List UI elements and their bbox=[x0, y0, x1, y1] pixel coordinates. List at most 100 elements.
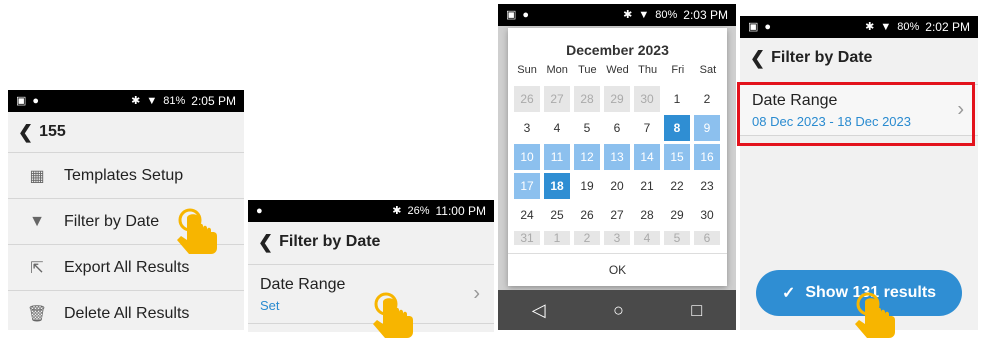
menu-item-label: Export All Results bbox=[64, 258, 190, 276]
calendar-day[interactable]: 30 bbox=[634, 86, 660, 112]
calendar-day[interactable]: 4 bbox=[634, 231, 660, 245]
bluetooth-icon: ✱ bbox=[392, 204, 402, 217]
menu-item-label: Filter by Date bbox=[64, 212, 160, 230]
page-title: 155 bbox=[39, 123, 66, 140]
back-chevron-icon[interactable]: ❮ bbox=[750, 48, 765, 69]
calendar-day[interactable]: 9 bbox=[694, 115, 720, 141]
weekday-label: Mon bbox=[546, 64, 568, 76]
calendar-day[interactable]: 6 bbox=[604, 115, 630, 141]
wifi-icon: ▼ bbox=[638, 8, 650, 21]
nav-back-icon[interactable]: ◁ bbox=[532, 300, 546, 321]
calendar-day[interactable]: 5 bbox=[664, 231, 690, 245]
weekday-header: Sun Mon Tue Wed Thu Fri Sat bbox=[508, 64, 727, 76]
calendar-day[interactable]: 2 bbox=[574, 231, 600, 245]
weekday-label: Thu bbox=[638, 64, 658, 76]
tap-hand-icon bbox=[855, 292, 895, 338]
calendar-day[interactable]: 2 bbox=[694, 86, 720, 112]
calendar-day[interactable]: 20 bbox=[604, 173, 630, 199]
calendar-day[interactable]: 23 bbox=[694, 173, 720, 199]
calendar-day[interactable]: 15 bbox=[664, 144, 690, 170]
wifi-icon: ▼ bbox=[880, 20, 892, 33]
calendar-day[interactable]: 3 bbox=[604, 231, 630, 245]
battery-level: 80% bbox=[897, 21, 920, 33]
calendar-day[interactable]: 26 bbox=[514, 86, 540, 112]
weekday-label: Sat bbox=[699, 64, 717, 76]
status-time: 2:05 PM bbox=[191, 94, 236, 108]
header-back[interactable]: ❮ Filter by Date bbox=[248, 222, 494, 262]
check-icon: ✓ bbox=[781, 285, 796, 302]
back-chevron-icon[interactable]: ❮ bbox=[18, 122, 33, 143]
bluetooth-icon: ✱ bbox=[131, 94, 141, 107]
weekday-label: Wed bbox=[606, 64, 629, 76]
calendar-day[interactable]: 6 bbox=[694, 231, 720, 245]
menu-item-templates-setup[interactable]: ▦ Templates Setup bbox=[8, 152, 244, 198]
sim-icon: ▣ bbox=[506, 8, 517, 21]
status-time: 2:03 PM bbox=[683, 8, 728, 22]
calendar-day[interactable]: 27 bbox=[544, 86, 570, 112]
calendar-day[interactable]: 24 bbox=[514, 202, 540, 228]
calendar-day[interactable]: 1 bbox=[664, 86, 690, 112]
android-nav-bar: ◁ ○ □ bbox=[498, 290, 736, 330]
calendar-day[interactable]: 4 bbox=[544, 115, 570, 141]
tap-hand-icon bbox=[373, 292, 413, 338]
notification-icon: ● bbox=[522, 8, 530, 21]
calendar-day[interactable]: 28 bbox=[574, 86, 600, 112]
calendar-day[interactable]: 29 bbox=[664, 202, 690, 228]
notification-icon: ● bbox=[764, 20, 772, 33]
calendar-day[interactable]: 7 bbox=[634, 115, 660, 141]
menu-item-label: Delete All Results bbox=[64, 304, 190, 322]
calendar-day[interactable]: 18 bbox=[544, 173, 570, 199]
calendar-day[interactable]: 27 bbox=[604, 202, 630, 228]
calendar-day[interactable]: 1 bbox=[544, 231, 570, 245]
weekday-label: Sun bbox=[517, 64, 537, 76]
status-time: 11:00 PM bbox=[435, 204, 486, 218]
calendar-day[interactable]: 11 bbox=[544, 144, 570, 170]
back-chevron-icon[interactable]: ❮ bbox=[258, 232, 273, 253]
battery-level: 80% bbox=[655, 9, 678, 21]
calendar-day[interactable]: 25 bbox=[544, 202, 570, 228]
calendar-day[interactable]: 21 bbox=[634, 173, 660, 199]
calendar-day[interactable]: 14 bbox=[634, 144, 660, 170]
ok-button[interactable]: OK bbox=[508, 253, 727, 286]
calendar-day[interactable]: 12 bbox=[574, 144, 600, 170]
nav-recents-icon[interactable]: □ bbox=[691, 300, 702, 321]
calendar-day[interactable]: 10 bbox=[514, 144, 540, 170]
calendar-day[interactable]: 30 bbox=[694, 202, 720, 228]
calendar-day[interactable]: 22 bbox=[664, 173, 690, 199]
nav-home-icon[interactable]: ○ bbox=[613, 300, 624, 321]
sim-icon: ▣ bbox=[16, 94, 27, 107]
grid-icon: ▦ bbox=[29, 167, 45, 185]
page-title: Filter by Date bbox=[771, 49, 873, 66]
calendar-day[interactable]: 16 bbox=[694, 144, 720, 170]
status-bar: ▣ ● ✱ ▼ 81% 2:05 PM bbox=[8, 90, 244, 112]
weekday-label: Fri bbox=[671, 64, 685, 76]
status-time: 2:02 PM bbox=[925, 20, 970, 34]
status-bar: ▣ ● ✱ ▼ 80% 2:02 PM bbox=[740, 16, 978, 38]
calendar-day[interactable]: 8 bbox=[664, 115, 690, 141]
menu-item-delete-all-results[interactable]: 🗑 Delete All Results bbox=[8, 290, 244, 330]
header-back[interactable]: ❮ 155 bbox=[8, 112, 244, 152]
calendar-day[interactable]: 28 bbox=[634, 202, 660, 228]
calendar-day[interactable]: 19 bbox=[574, 173, 600, 199]
header-back[interactable]: ❮ Filter by Date bbox=[740, 38, 978, 78]
trash-icon: 🗑 bbox=[26, 305, 48, 323]
highlight-box bbox=[737, 82, 975, 146]
bluetooth-icon: ✱ bbox=[865, 20, 875, 33]
export-icon: ⇱ bbox=[30, 259, 44, 277]
status-bar: ● ✱ 26% 11:00 PM bbox=[248, 200, 494, 222]
calendar-day[interactable]: 13 bbox=[604, 144, 630, 170]
calendar-day[interactable]: 5 bbox=[574, 115, 600, 141]
calendar-day[interactable]: 17 bbox=[514, 173, 540, 199]
calendar-day[interactable]: 31 bbox=[514, 231, 540, 245]
calendar-month-title: December 2023 bbox=[566, 42, 669, 58]
calendar-day[interactable]: 3 bbox=[514, 115, 540, 141]
calendar-day[interactable]: 29 bbox=[604, 86, 630, 112]
calendar-day[interactable]: 26 bbox=[574, 202, 600, 228]
menu-item-label: Templates Setup bbox=[64, 166, 184, 184]
battery-level: 26% bbox=[407, 205, 430, 217]
filter-icon: ▼ bbox=[29, 212, 45, 230]
weekday-label: Tue bbox=[578, 64, 597, 76]
date-picker-dialog: December 2023 Sun Mon Tue Wed Thu Fri Sa… bbox=[508, 28, 727, 286]
wifi-icon: ▼ bbox=[146, 94, 158, 107]
chevron-right-icon: › bbox=[473, 282, 480, 305]
